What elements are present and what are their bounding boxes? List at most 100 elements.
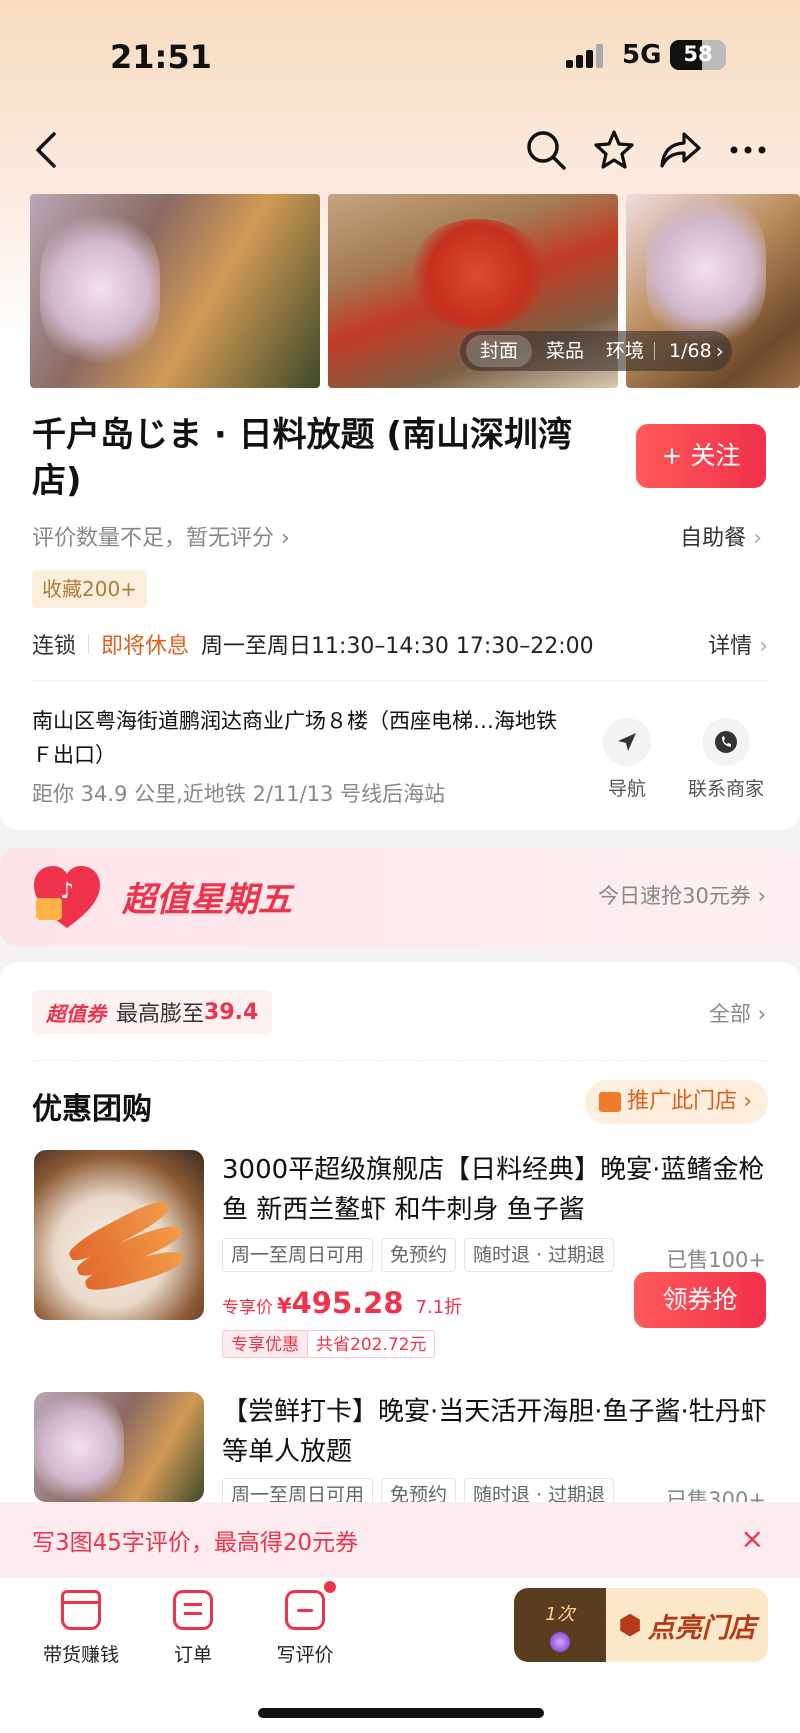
shop-name: 千户岛じま · 日料放题 (南山深圳湾店) (32, 415, 572, 501)
contact-merchant-button[interactable]: 联系商家 (676, 718, 776, 801)
coupon-text: 最高膨至 (116, 1002, 205, 1027)
hours-text: 周一至周日11:30–14:30 17:30–22:00 (201, 634, 594, 659)
category-link[interactable]: 自助餐 › (680, 520, 762, 552)
back-icon[interactable] (26, 128, 70, 172)
chevron-right-icon: › (715, 339, 724, 363)
gallery-photo-1[interactable] (30, 194, 320, 388)
deal-title[interactable]: 【尝鲜打卡】晚宴·当天活开海胆·鱼子酱·牡丹虾等单人放题 (222, 1392, 770, 1472)
gallery-tabs: 封面 菜品 环境 1/68 › (460, 331, 732, 371)
saving-label: 专享优惠 (222, 1330, 308, 1358)
deal-image[interactable] (34, 1150, 204, 1320)
close-icon[interactable]: × (741, 1522, 764, 1555)
signal-icon (566, 44, 610, 68)
rating-text: 评价数量不足，暂无评分 (32, 526, 275, 551)
more-icon[interactable] (726, 128, 770, 172)
star-icon[interactable] (592, 128, 636, 172)
light-up-store-button[interactable]: 1次 ⬢ 点亮门店 (514, 1588, 768, 1662)
address-text[interactable]: 南山区粤海街道鹏润达商业广场８楼（西座电梯…海地铁Ｆ出口） (32, 704, 572, 772)
tab-label: 带货赚钱 (42, 1644, 119, 1666)
gallery-tab-environment[interactable]: 环境 (598, 335, 652, 367)
network-label: 5G (622, 40, 662, 70)
divider (32, 680, 768, 681)
hours-row[interactable]: 连锁 即将休息 周一至周日11:30–14:30 17:30–22:00 详情 … (32, 628, 768, 660)
saving-text: 共省202.72元 (308, 1330, 436, 1358)
discount-text: 7.1折 (415, 1297, 463, 1318)
review-icon (285, 1581, 336, 1630)
distance-text: 距你 34.9 公里,近地铁 2/11/13 号线后海站 (32, 782, 446, 806)
svg-text:♪: ♪ (60, 879, 74, 904)
navigation-arrow-icon (603, 718, 651, 766)
status-badge: 即将休息 (101, 634, 190, 659)
rating-link[interactable]: 评价数量不足，暂无评分 › (32, 520, 290, 552)
review-notice[interactable]: 写3图45字评价，最高得20元券 × (0, 1502, 800, 1578)
coupon-badge: 超值券 (46, 1001, 106, 1026)
tab-label: 写评价 (276, 1644, 334, 1666)
price-label: 专享价 (222, 1298, 273, 1318)
promo-title: 超值星期五 (122, 880, 292, 920)
tab-write-review[interactable]: 写评价 (250, 1581, 360, 1667)
location-pin-icon: ⬢ (618, 1609, 642, 1641)
store-icon (61, 1590, 101, 1630)
gallery-divider (654, 342, 656, 360)
home-indicator (258, 1708, 544, 1718)
divider (88, 634, 90, 654)
chevron-right-icon: › (743, 1089, 752, 1114)
notification-dot (324, 1581, 336, 1593)
details-label: 详情 (708, 634, 753, 659)
favorites-badge: 收藏200+ (32, 570, 147, 608)
price-row: 专享价 ¥ 495.28 7.1折 (222, 1286, 462, 1320)
promote-store-button[interactable]: 推广此门店 › (585, 1080, 768, 1124)
deal-image[interactable] (34, 1392, 204, 1502)
battery-icon: 58 (670, 40, 726, 70)
chevron-right-icon: › (753, 526, 762, 551)
deal-tag: 周一至周日可用 (222, 1238, 374, 1272)
notice-text: 写3图45字评价，最高得20元券 (32, 1530, 359, 1556)
store-icon (599, 1092, 622, 1112)
light-count-box: 1次 (514, 1588, 606, 1662)
promo-link[interactable]: 今日速抢30元券 › (598, 880, 766, 910)
chevron-right-icon: › (757, 884, 766, 908)
contact-label: 联系商家 (687, 778, 764, 800)
phone-icon (702, 718, 750, 766)
chevron-right-icon: › (757, 1002, 766, 1026)
gem-icon (550, 1632, 570, 1652)
gallery-tab-cover[interactable]: 封面 (466, 335, 533, 367)
grab-coupon-button[interactable]: 领券抢 (634, 1272, 766, 1328)
coupon-amount: 39.4 (204, 999, 259, 1025)
promo-logo-icon: ♪ (28, 858, 106, 936)
chevron-right-icon: › (759, 634, 768, 659)
search-icon[interactable] (524, 128, 568, 172)
all-label: 全部 (708, 1002, 751, 1026)
chevron-right-icon: › (281, 526, 290, 551)
all-coupons-link[interactable]: 全部 › (709, 998, 766, 1028)
share-icon[interactable] (658, 128, 702, 172)
chain-label: 连锁 (32, 634, 77, 659)
battery-percent: 58 (683, 42, 713, 66)
deal-tag: 免预约 (381, 1238, 457, 1272)
tab-earn[interactable]: 带货赚钱 (26, 1590, 136, 1667)
follow-button[interactable]: + 关注 (636, 424, 766, 488)
gallery-tab-dishes[interactable]: 菜品 (532, 335, 598, 367)
sold-count: 已售100+ (666, 1248, 766, 1272)
category-text: 自助餐 (680, 526, 747, 551)
navigate-label: 导航 (607, 778, 646, 800)
deal-tags: 周一至周日可用 免预约 随时退 · 过期退 (222, 1238, 615, 1272)
status-time: 21:51 (110, 38, 212, 76)
price-value: 495.28 (291, 1286, 404, 1320)
promo-subtitle: 今日速抢30元券 (598, 884, 751, 908)
details-link[interactable]: 详情 › (708, 628, 768, 660)
navigate-button[interactable]: 导航 (577, 718, 677, 801)
currency-symbol: ¥ (277, 1294, 292, 1318)
light-count: 1次 (545, 1604, 575, 1625)
saving-badge: 专享优惠 共省202.72元 (222, 1330, 436, 1358)
orders-icon (173, 1590, 213, 1630)
coupon-banner[interactable]: 超值券 最高膨至 39.4 (32, 990, 273, 1034)
deal-title[interactable]: 3000平超级旗舰店【日料经典】晚宴·蓝鳍金枪鱼 新西兰鳌虾 和牛刺身 鱼子酱 (222, 1150, 770, 1230)
light-label: 点亮门店 (647, 1612, 756, 1644)
deal-tag: 随时退 · 过期退 (464, 1238, 615, 1272)
gallery-count[interactable]: 1/68 (657, 335, 716, 367)
divider (32, 1060, 768, 1061)
tab-orders[interactable]: 订单 (138, 1590, 248, 1667)
promote-label: 推广此门店 (627, 1089, 738, 1114)
tab-label: 订单 (173, 1644, 212, 1666)
